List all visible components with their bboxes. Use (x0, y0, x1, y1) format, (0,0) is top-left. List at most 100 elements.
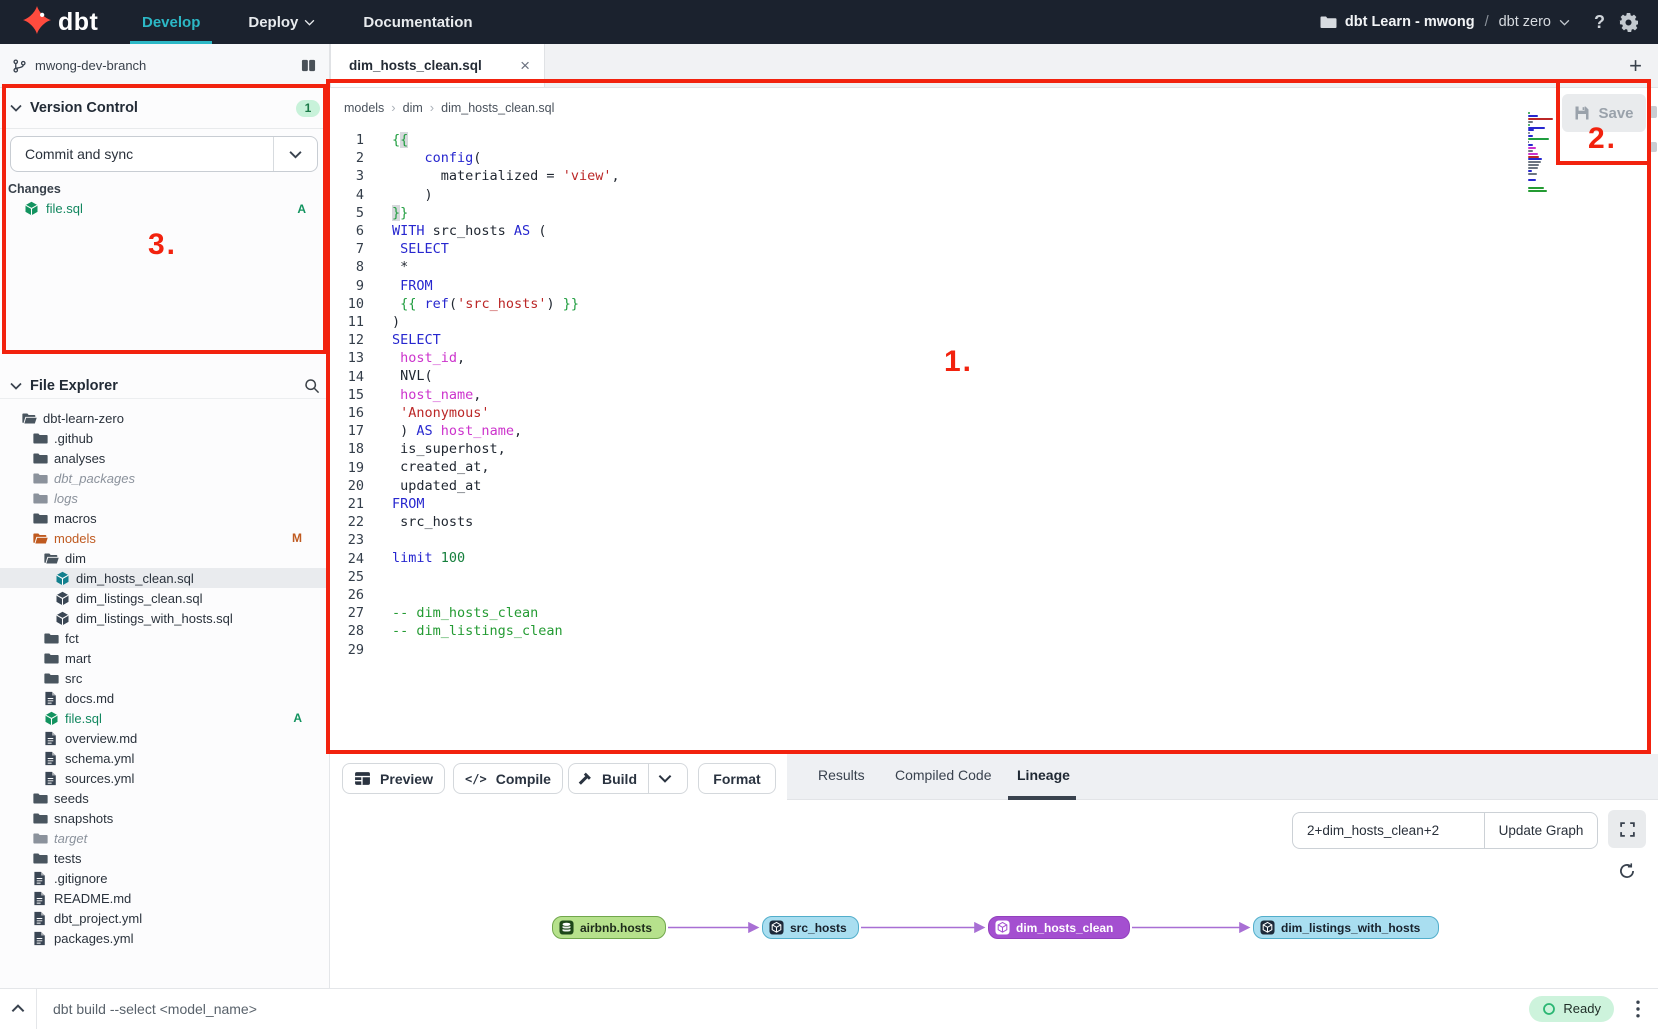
project-name: dbt Learn - mwong (1345, 14, 1475, 30)
status-text: Ready (1563, 1001, 1601, 1016)
commit-options-chevron[interactable] (273, 137, 317, 171)
code-line: {{ ref('src_hosts') }} (392, 295, 620, 313)
split-panels-icon[interactable] (300, 58, 317, 73)
tree-item-dbt-learn-zero[interactable]: dbt-learn-zero (0, 408, 330, 428)
button-label: Compile (496, 771, 551, 787)
breadcrumb-item: dim_hosts_clean.sql (441, 101, 554, 115)
tree-item-name: dim_listings_with_hosts.sql (76, 611, 233, 626)
nav-item-deploy[interactable]: Deploy (248, 0, 315, 44)
branch-name: mwong-dev-branch (35, 58, 146, 73)
folder-icon (33, 811, 48, 826)
tree-item-dbt-project-yml[interactable]: dbt_project.yml (0, 908, 330, 928)
tree-item-file-sql[interactable]: file.sqlA (0, 708, 330, 728)
code-editor[interactable]: models›dim›dim_hosts_clean.sql Save 1234… (330, 88, 1658, 753)
code-line: -- dim_hosts_clean (392, 604, 620, 622)
tree-item-target[interactable]: target (0, 828, 330, 848)
tree-item-src[interactable]: src (0, 668, 330, 688)
tree-item--github[interactable]: .github (0, 428, 330, 448)
breadcrumb-item: dim (403, 101, 423, 115)
tree-item-dim-hosts-clean-sql[interactable]: dim_hosts_clean.sql (0, 568, 330, 588)
tab-lineage[interactable]: Lineage (1017, 754, 1070, 796)
tree-item-overview-md[interactable]: overview.md (0, 728, 330, 748)
format-button[interactable]: Format (698, 763, 776, 794)
commit-and-sync-button[interactable]: Commit and sync (10, 136, 318, 172)
tree-item-analyses[interactable]: analyses (0, 448, 330, 468)
tree-item-seeds[interactable]: seeds (0, 788, 330, 808)
command-input[interactable]: dbt build --select <model_name> (53, 1001, 1529, 1017)
gear-icon[interactable] (1619, 13, 1638, 32)
environment-name: dbt zero (1499, 14, 1551, 30)
model-cube-icon (24, 201, 39, 216)
code-line: FROM (392, 495, 620, 513)
account-switcher[interactable]: dbt Learn - mwong / dbt zero (1320, 14, 1570, 30)
tree-item-models[interactable]: modelsM (0, 528, 330, 548)
tab-dim-hosts-clean[interactable]: dim_hosts_clean.sql × (330, 44, 545, 87)
build-button[interactable]: Build (568, 763, 688, 794)
nav-item-develop[interactable]: Develop (142, 0, 200, 44)
tree-item-dim-listings-with-hosts-sql[interactable]: dim_listings_with_hosts.sql (0, 608, 330, 628)
tree-item-macros[interactable]: macros (0, 508, 330, 528)
version-control-header[interactable]: Version Control 1 (0, 88, 330, 128)
breadcrumb-separator: › (391, 100, 395, 115)
save-button[interactable]: Save (1562, 94, 1646, 132)
tree-item-dim[interactable]: dim (0, 548, 330, 568)
kebab-menu-icon[interactable] (1636, 1000, 1640, 1018)
commit-button-label: Commit and sync (11, 146, 133, 162)
chevron-up-icon[interactable] (0, 1004, 36, 1013)
code-line: host_name, (392, 386, 620, 404)
tree-item-schema-yml[interactable]: schema.yml (0, 748, 330, 768)
tab-strip: dim_hosts_clean.sql × + (330, 44, 1658, 88)
line-number: 14 (330, 368, 364, 386)
tree-item-packages-yml[interactable]: packages.yml (0, 928, 330, 948)
lineage-node-src-hosts[interactable]: src_hosts (762, 916, 859, 939)
code-area[interactable]: 1234567891011121314151617181920212223242… (330, 131, 1658, 659)
code-line: FROM (392, 277, 620, 295)
tree-item-docs-md[interactable]: docs.md (0, 688, 330, 708)
folder-icon (33, 851, 48, 866)
nav-item-documentation[interactable]: Documentation (363, 0, 472, 44)
file-explorer-header[interactable]: File Explorer (0, 366, 330, 406)
tab-results[interactable]: Results (818, 754, 865, 796)
tree-item-name: dim (65, 551, 86, 566)
preview-button[interactable]: Preview (342, 763, 445, 794)
save-icon (1574, 105, 1590, 121)
code-token (433, 550, 441, 566)
code-line (392, 531, 620, 549)
code-line: SELECT (392, 331, 620, 349)
tree-item-fct[interactable]: fct (0, 628, 330, 648)
folder-icon (44, 631, 59, 646)
branch-bar[interactable]: mwong-dev-branch (0, 44, 330, 88)
lineage-node-airbnb-hosts[interactable]: airbnb.hosts (552, 916, 666, 939)
folder-icon (33, 831, 48, 846)
cube-icon (44, 711, 59, 726)
search-icon[interactable] (304, 378, 320, 394)
nav-item-label: Deploy (248, 14, 298, 31)
help-icon[interactable]: ? (1594, 12, 1605, 33)
tree-item-tests[interactable]: tests (0, 848, 330, 868)
compile-button[interactable]: </>Compile (453, 763, 563, 794)
tree-item-dbt-packages[interactable]: dbt_packages (0, 468, 330, 488)
tree-item-logs[interactable]: logs (0, 488, 330, 508)
tree-item-name: snapshots (54, 811, 113, 826)
tree-item--gitignore[interactable]: .gitignore (0, 868, 330, 888)
lineage-node-dim-hosts-clean[interactable]: dim_hosts_clean (988, 916, 1130, 939)
tree-item-name: target (54, 831, 87, 846)
divider (0, 398, 330, 399)
minimap-line (1528, 115, 1538, 117)
line-numbers: 1234567891011121314151617181920212223242… (330, 131, 370, 659)
build-options-chevron[interactable] (648, 764, 680, 793)
line-number: 21 (330, 495, 364, 513)
tree-item-sources-yml[interactable]: sources.yml (0, 768, 330, 788)
tab-compiled-code[interactable]: Compiled Code (895, 754, 992, 796)
tree-item-snapshots[interactable]: snapshots (0, 808, 330, 828)
tree-item-dim-listings-clean-sql[interactable]: dim_listings_clean.sql (0, 588, 330, 608)
tree-item-name: dbt_packages (54, 471, 135, 486)
tree-item-mart[interactable]: mart (0, 648, 330, 668)
code-token: created_at, (392, 459, 490, 475)
close-icon[interactable]: × (520, 56, 530, 76)
changed-file-row[interactable]: file.sql A (0, 198, 330, 219)
new-tab-button[interactable]: + (1613, 53, 1658, 79)
tree-item-readme-md[interactable]: README.md (0, 888, 330, 908)
lineage-node-dim-listings-with-hosts[interactable]: dim_listings_with_hosts (1253, 916, 1439, 939)
code-token: SELECT (392, 332, 441, 348)
